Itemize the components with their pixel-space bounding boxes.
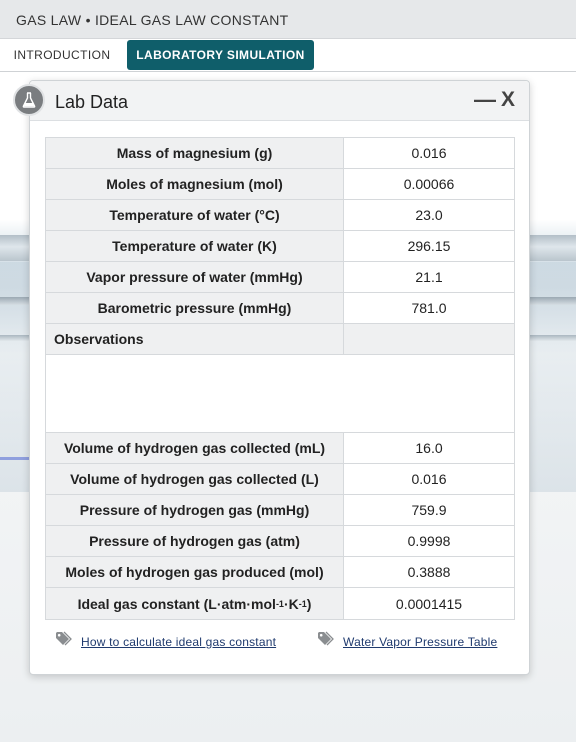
tag-icon [317,631,335,652]
row-label: Moles of magnesium (mol) [46,169,344,199]
row-label: Volume of hydrogen gas collected (mL) [46,433,344,463]
table-row: Vapor pressure of water (mmHg) 21.1 [46,262,514,293]
vapor-pressure-table-link[interactable]: Water Vapor Pressure Table [317,631,497,652]
table-row: Volume of hydrogen gas collected (L) 0.0… [46,464,514,495]
ideal-gas-help-link-label[interactable]: How to calculate ideal gas constant [81,635,276,649]
table-row: Temperature of water (°C) 23.0 [46,200,514,231]
row-label: Temperature of water (K) [46,231,344,261]
ideal-gas-help-link[interactable]: How to calculate ideal gas constant [55,631,276,652]
table-row: Moles of magnesium (mol) 0.00066 [46,169,514,200]
row-value: 296.15 [344,231,514,261]
table-row: Pressure of hydrogen gas (mmHg) 759.9 [46,495,514,526]
close-button[interactable]: X [497,88,519,112]
row-value: 23.0 [344,200,514,230]
row-label: Barometric pressure (mmHg) [46,293,344,323]
row-value: 781.0 [344,293,514,323]
constant-label-mid: ·K [283,595,299,612]
tag-icon [55,631,73,652]
row-label: Volume of hydrogen gas collected (L) [46,464,344,494]
vapor-pressure-table-link-label[interactable]: Water Vapor Pressure Table [343,635,497,649]
row-label: Mass of magnesium (g) [46,138,344,168]
help-links: How to calculate ideal gas constant Wate… [30,629,529,653]
ideal-gas-constant-value: 0.0001415 [344,588,514,619]
observations-header-blank [344,324,514,354]
observations-area [46,355,514,433]
row-label: Vapor pressure of water (mmHg) [46,262,344,292]
row-value: 21.1 [344,262,514,292]
row-value: 0.00066 [344,169,514,199]
ideal-gas-constant-row: Ideal gas constant (L·atm·mol -1 ·K -1) 0.0… [46,588,514,619]
lab-data-table: Mass of magnesium (g) 0.016 Moles of mag… [45,137,515,620]
table-row: Mass of magnesium (g) 0.016 [46,138,514,169]
table-row: Volume of hydrogen gas collected (mL) 16… [46,433,514,464]
row-label: Temperature of water (°C) [46,200,344,230]
constant-label-suffix: ) [306,595,312,612]
observations-label: Observations [46,324,344,354]
row-label: Pressure of hydrogen gas (mmHg) [46,495,344,525]
table-row: Barometric pressure (mmHg) 781.0 [46,293,514,324]
row-value: 0.016 [344,464,514,494]
table-row: Pressure of hydrogen gas (atm) 0.9998 [46,526,514,557]
lab-data-panel: Lab Data — X Mass of magnesium (g) 0.016… [29,80,530,675]
row-value: 16.0 [344,433,514,463]
tab-introduction[interactable]: INTRODUCTION [6,40,118,70]
row-value: 0.9998 [344,526,514,556]
tab-bar: INTRODUCTION LABORATORY SIMULATION [0,39,576,72]
panel-header[interactable]: Lab Data — X [30,81,529,121]
ideal-gas-constant-label: Ideal gas constant (L·atm·mol -1 ·K -1) [46,588,344,619]
row-value: 0.016 [344,138,514,168]
observations-header-row: Observations [46,324,514,355]
minimize-button[interactable]: — [474,88,496,112]
panel-title: Lab Data [55,92,129,112]
row-value: 0.3888 [344,557,514,587]
app-title: GAS LAW • IDEAL GAS LAW CONSTANT [16,12,289,28]
row-value: 759.9 [344,495,514,525]
row-label: Moles of hydrogen gas produced (mol) [46,557,344,587]
table-row: Temperature of water (K) 296.15 [46,231,514,262]
table-row: Moles of hydrogen gas produced (mol) 0.3… [46,557,514,588]
row-label: Pressure of hydrogen gas (atm) [46,526,344,556]
flask-icon [13,84,45,116]
constant-label-prefix: Ideal gas constant (L·atm·mol [77,595,276,612]
tab-laboratory-simulation[interactable]: LABORATORY SIMULATION [127,40,314,70]
app-header: GAS LAW • IDEAL GAS LAW CONSTANT [0,0,576,39]
